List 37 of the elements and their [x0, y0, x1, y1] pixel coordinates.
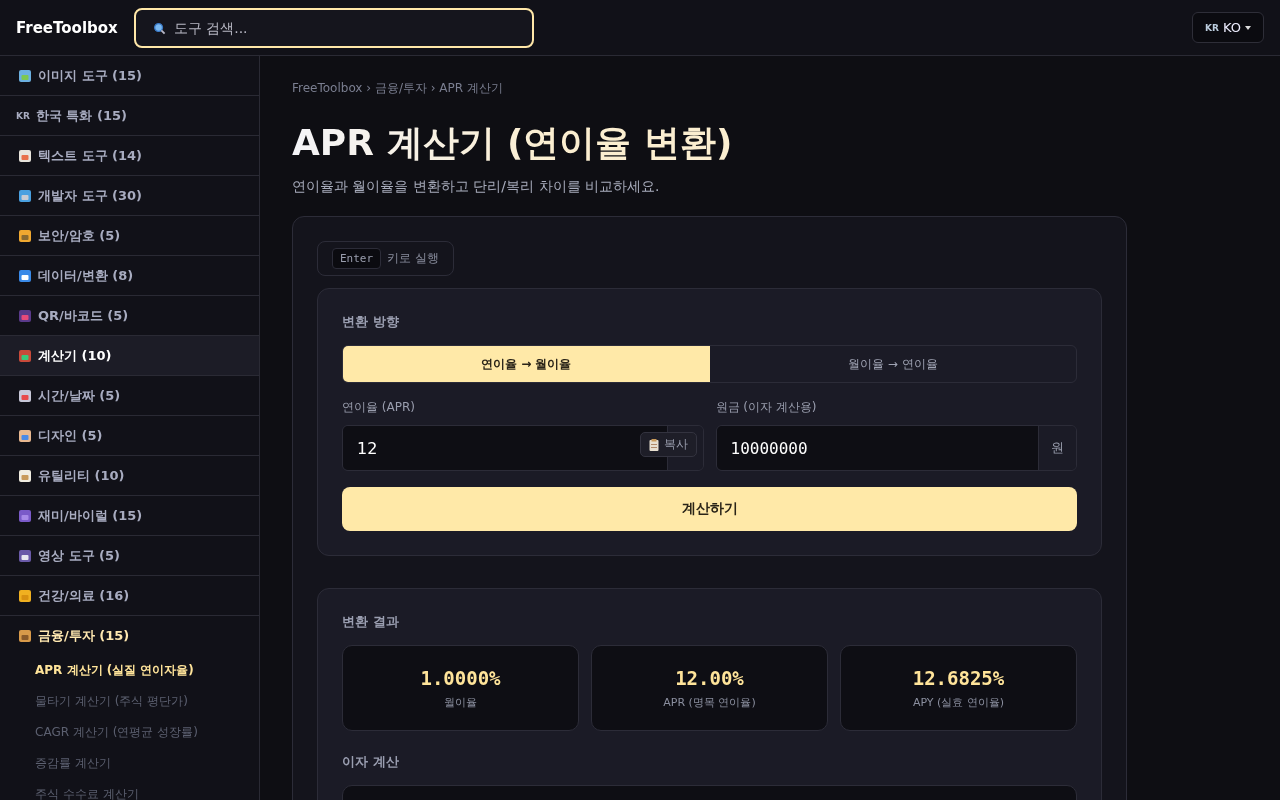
sidebar-item[interactable]: 텍스트 도구 (14) [0, 136, 259, 176]
sidebar-item[interactable]: 이미지 도구 (15) [0, 56, 259, 96]
sidebar-item[interactable]: 건강/의료 (16) [0, 576, 259, 616]
page-subtitle: 연이율과 월이율을 변환하고 단리/복리 차이를 비교하세요. [292, 178, 661, 196]
sidebar-item[interactable]: 영상 도구 (5) [0, 536, 259, 576]
caret-icon [1245, 25, 1251, 30]
sidebar-item[interactable]: 계산기 (10) [0, 336, 259, 376]
sidebar-item[interactable]: KR 한국 특화 (15) [0, 96, 259, 136]
sidebar-item[interactable]: 유틸리티 (10) [0, 456, 259, 496]
sidebar-subitem[interactable]: APR 계산기 (실질 연이자율) [35, 655, 259, 686]
result-label: APY (실효 연이율) [912, 694, 1005, 710]
hint-text: 키로 실행 [387, 250, 439, 267]
search-field[interactable]: 도구 검색... [133, 7, 534, 48]
breadcrumb[interactable]: FreeToolbox › 금융/투자 › APR 계산기 [292, 80, 503, 97]
sidebar-item[interactable]: 데이터/변환 (8) [0, 256, 259, 296]
result-value: 1.0000% [420, 666, 501, 689]
language-button[interactable]: KR KO [1192, 12, 1264, 43]
sidebar-item[interactable]: 재미/바이럴 (15) [0, 496, 259, 536]
sidebar-item[interactable]: 보안/암호 (5) [0, 216, 259, 256]
result-value: 12.6825% [912, 666, 1005, 689]
sidebar-item[interactable]: 금융/투자 (15) [0, 616, 259, 655]
sidebar-item[interactable]: 개발자 도구 (30) [0, 176, 259, 216]
site-logo[interactable]: FreeToolbox [16, 18, 118, 37]
enter-key: Enter [332, 248, 382, 269]
result-label: 월이율 [444, 694, 477, 710]
field-label: 원금 (이자 계산용) [715, 399, 818, 416]
calculate-button[interactable]: 계산하기 [342, 487, 1077, 531]
result-label: APR (명목 연이율) [663, 694, 756, 710]
direction-tab[interactable]: 월이율 → 연이율 [709, 346, 1076, 382]
section-label: 이자 계산 [342, 753, 400, 771]
result-value: 12.00% [675, 666, 744, 689]
section-label: 변환 방향 [342, 313, 400, 331]
sidebar-item[interactable]: 시간/날짜 (5) [0, 376, 259, 416]
direction-tab[interactable]: 연이율 → 월이율 [343, 346, 710, 382]
field-label: 연이율 (APR) [342, 399, 416, 416]
sidebar-item[interactable]: 디자인 (5) [0, 416, 259, 456]
section-label: 변환 결과 [342, 613, 400, 631]
